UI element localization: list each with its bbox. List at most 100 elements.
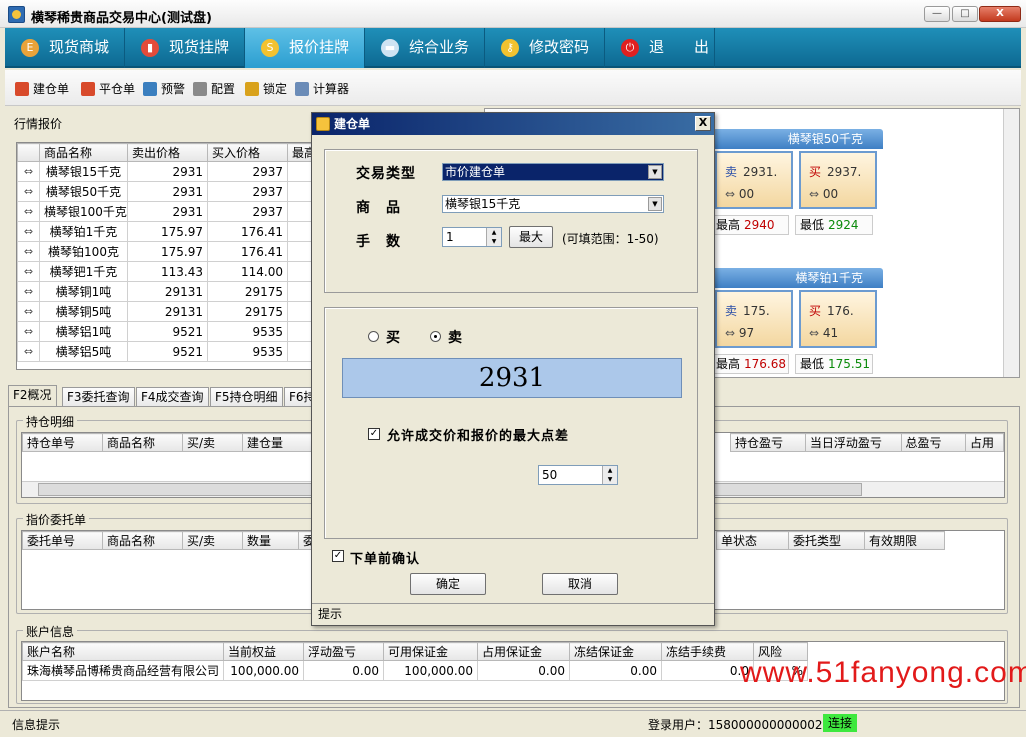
grid-col-header: 商品名称	[102, 433, 183, 452]
nav-item-4[interactable]: ⚷ 修改密码	[485, 28, 605, 68]
quantity-stepper[interactable]: 1 ▲ ▼	[442, 227, 502, 247]
table-cell: 114.00	[207, 261, 288, 282]
buy-price: 买 2937.	[809, 163, 861, 180]
toolbar-button-2[interactable]: 预警	[143, 80, 185, 98]
sell-decimals: 97	[738, 326, 755, 340]
allow-diff-checkbox[interactable]: ✓	[368, 428, 380, 440]
buy-label: 买	[809, 165, 822, 179]
toolbar-label: 平仓单	[99, 82, 136, 96]
chevron-down-icon: ▼	[648, 197, 662, 211]
nav-label: 现货挂牌	[169, 38, 230, 56]
grid-col-header: 有效期限	[864, 531, 945, 550]
lock-icon	[245, 82, 259, 96]
table-cell: 横琴铜5吨	[39, 301, 128, 322]
swap-arrows-icon: ⇔	[17, 181, 40, 202]
nav-item-5[interactable]: ⏻ 退 出	[605, 28, 715, 68]
sell-price: 卖 175.	[725, 302, 770, 319]
toolbar-button-0[interactable]: 建仓单	[15, 80, 69, 98]
sell-radio[interactable]	[430, 331, 441, 342]
price-box-group	[324, 307, 698, 539]
price-display: 2931	[342, 358, 682, 398]
sell-quote-box[interactable]: 卖 2931. ⇔ 00	[715, 151, 793, 209]
nav-item-2[interactable]: S 报价挂牌	[245, 28, 365, 68]
sell-quote-box[interactable]: 卖 175. ⇔ 97	[715, 290, 793, 348]
ok-button[interactable]: 确定	[410, 573, 486, 595]
calculator-icon	[295, 82, 309, 96]
holdings-title: 持仓明细	[23, 413, 78, 430]
account-cell: 100,000.00	[383, 660, 479, 681]
tab-1[interactable]: F3委托查询	[62, 387, 135, 407]
buy-quote-box[interactable]: 买 176. ⇔ 41	[799, 290, 877, 348]
stepper-arrows-icon[interactable]: ▲ ▼	[486, 228, 501, 246]
toolbar-button-5[interactable]: 计算器	[295, 80, 349, 98]
table-cell: 176.41	[207, 221, 288, 242]
window-title-bar: 横琴稀贵商品交易中心(测试盘) — □ X	[0, 0, 1026, 28]
quantity-label: 手 数	[356, 234, 401, 250]
trade-type-value: 市价建仓单	[445, 165, 506, 179]
account-cell: 珠海横琴品博稀贵商品经营有限公司	[22, 660, 225, 681]
max-quantity-button[interactable]: 最大	[509, 226, 553, 248]
high-value: 176.68	[744, 357, 787, 371]
buy-decimals: 41	[822, 326, 839, 340]
table-cell: 175.97	[127, 221, 208, 242]
swap-arrows-icon: ⇔	[17, 221, 40, 242]
trade-type-select[interactable]: 市价建仓单 ▼	[442, 163, 664, 181]
bar-chart-icon: ▮	[141, 39, 159, 57]
status-bar: 信息提示 登录用户：158000000000002 连接	[0, 710, 1026, 737]
nav-item-3[interactable]: ▬ 综合业务	[365, 28, 485, 68]
product-label: 商 品	[356, 200, 401, 216]
tab-2[interactable]: F4成交查询	[136, 387, 209, 407]
quote-card-1[interactable]: 横琴铂1千克卖 175. ⇔ 97 买 176. ⇔ 41 最高 176.68 最低 175.51	[711, 268, 883, 374]
minimize-button[interactable]: —	[924, 6, 950, 22]
stepper-arrows-icon[interactable]: ▲ ▼	[602, 466, 617, 484]
toolbar-button-3[interactable]: 配置	[193, 80, 235, 98]
swap-arrows-icon: ⇔	[17, 261, 40, 282]
toolbar-button-4[interactable]: 锁定	[245, 80, 287, 98]
max-diff-stepper[interactable]: 50 ▲ ▼	[538, 465, 618, 485]
swap-arrows-icon: ⇔	[725, 326, 739, 340]
account-cell: 0.00	[303, 660, 385, 681]
dialog-close-button[interactable]: X	[695, 116, 711, 131]
app-logo-icon	[8, 6, 25, 23]
chevron-down-icon: ▼	[648, 165, 662, 179]
sell-decimals: 00	[738, 187, 755, 201]
table-cell: 2931	[127, 181, 208, 202]
toolbar-button-1[interactable]: 平仓单	[81, 80, 135, 98]
alert-icon	[143, 82, 157, 96]
quotes-col-header: 买入价格	[207, 143, 288, 162]
high-value: 2940	[744, 218, 775, 232]
buy-quote-box[interactable]: 买 2937. ⇔ 00	[799, 151, 877, 209]
table-cell: 2937	[207, 161, 288, 182]
product-select[interactable]: 横琴银15千克 ▼	[442, 195, 664, 213]
maximize-button[interactable]: □	[952, 6, 978, 22]
swap-arrows-icon: ⇔	[17, 241, 40, 262]
tab-0[interactable]: F2概况	[8, 385, 57, 407]
trade-type-label: 交易类型	[356, 166, 416, 182]
buy-radio[interactable]	[368, 331, 379, 342]
sell-label: 卖	[448, 330, 463, 346]
nav-label: 报价挂牌	[289, 38, 350, 56]
swap-arrows-icon: ⇔	[17, 321, 40, 342]
cancel-button[interactable]: 取消	[542, 573, 618, 595]
high-price: 最高 176.68	[711, 354, 789, 374]
swap-arrows-icon: ⇔	[725, 187, 739, 201]
quote-card-0[interactable]: 横琴银50千克卖 2931. ⇔ 00 买 2937. ⇔ 00 最高 2940 最低 2924	[711, 129, 883, 235]
table-cell: 横琴铂1千克	[39, 221, 128, 242]
tab-3[interactable]: F5持仓明细	[210, 387, 283, 407]
table-cell: 9535	[207, 341, 288, 362]
table-cell: 横琴铂100克	[39, 241, 128, 262]
nav-item-0[interactable]: E 现货商城	[5, 28, 125, 68]
open-position-dialog: 建仓单 X 交易类型 市价建仓单 ▼ 商 品 横琴银15千克 ▼ 手 数 1 ▲…	[311, 112, 715, 626]
account-cell: 0.00	[477, 660, 571, 681]
open-position-icon	[15, 82, 29, 96]
close-button[interactable]: X	[979, 6, 1021, 22]
cards-vertical-scrollbar[interactable]	[1003, 109, 1019, 377]
nav-item-1[interactable]: ▮ 现货挂牌	[125, 28, 245, 68]
buy-price-frac: ⇔ 41	[809, 326, 838, 340]
grid-col-header: 单状态	[716, 531, 789, 550]
sell-label: 卖	[725, 165, 738, 179]
account-cell: 0.00	[569, 660, 663, 681]
confirm-before-order-checkbox[interactable]: ✓	[332, 550, 344, 562]
nav-label: 现货商城	[49, 38, 110, 56]
low-value: 2924	[828, 218, 859, 232]
